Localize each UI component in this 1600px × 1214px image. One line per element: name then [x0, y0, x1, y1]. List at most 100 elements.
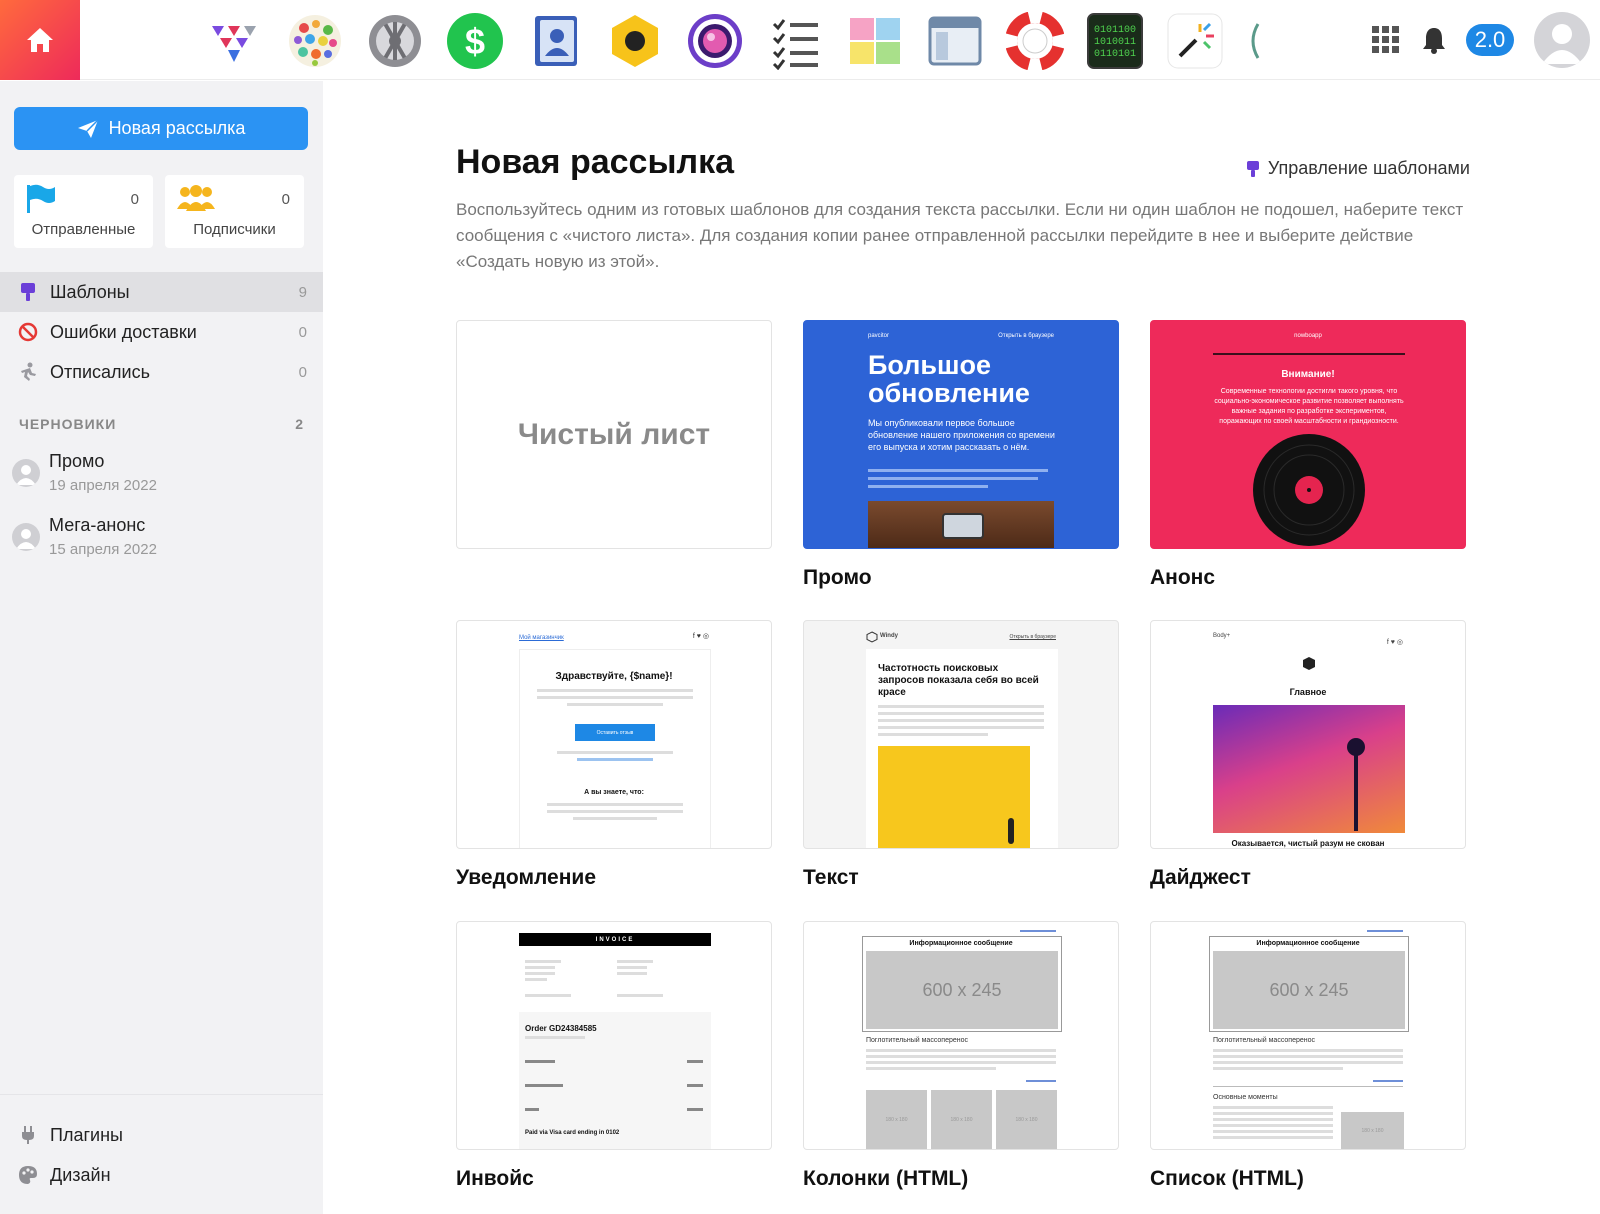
sidebar-item-templates[interactable]: Шаблоны 9 [0, 272, 323, 312]
sidebar-item-label: Шаблоны [50, 281, 130, 302]
thumb-heading: Здравствуйте, {$name}! [555, 671, 673, 682]
version-badge[interactable]: 2.0 [1466, 24, 1514, 56]
partial-app-icon[interactable] [1246, 12, 1260, 70]
drafts-section-header: ЧЕРНОВИКИ 2 [19, 416, 304, 432]
thumb-link-line [1020, 930, 1056, 932]
thumb-button: Оставить отзыв [575, 724, 655, 741]
thumb-placeholder-label: 600 x 245 [922, 979, 1002, 1000]
thumb-small-label: 180 x 180 [1015, 1117, 1038, 1123]
page-description: Воспользуйтесь одним из готовых шаблонов… [456, 200, 1464, 271]
plug-icon [18, 1125, 38, 1145]
checklist-app-icon[interactable] [766, 12, 824, 70]
flag-icon [27, 184, 55, 213]
people-icon [177, 185, 215, 211]
thumb-line [573, 817, 657, 820]
template-name: Уведомление [456, 866, 597, 889]
thumb-line [525, 972, 555, 975]
thumb-line [1213, 1136, 1333, 1139]
template-name: Колонки (HTML) [803, 1167, 969, 1190]
dollar-app-icon[interactable]: $ [446, 12, 504, 70]
sticky-notes-app-icon[interactable] [846, 12, 904, 70]
camera-lens-app-icon[interactable] [686, 12, 744, 70]
thumb-line [1213, 1061, 1403, 1064]
draft-item[interactable]: Мега-анонс 15 апреля 2022 [12, 515, 312, 571]
stat-subscribers-label: Подписчики [193, 221, 276, 238]
new-mailing-button[interactable]: Новая рассылка [14, 107, 308, 150]
brush-icon [1246, 160, 1259, 177]
template-thumbnail: INVOICE Order GD24384585 Paid via Visa c… [456, 921, 772, 1150]
thumb-line [866, 1055, 1056, 1058]
thumb-placeholder: 600 x 245 [1213, 951, 1405, 1029]
home-icon [27, 28, 53, 52]
thumb-placeholder: 600 x 245 [866, 951, 1058, 1029]
svg-text:0101100: 0101100 [1094, 25, 1136, 36]
brush-icon [18, 282, 38, 302]
manage-templates-link[interactable]: Управление шаблонами [1246, 158, 1470, 179]
thumb-line [1213, 1106, 1333, 1109]
thumb-line [617, 966, 647, 969]
thumb-divider [1213, 353, 1405, 355]
thumb-button-label: Оставить отзыв [596, 729, 634, 736]
phone-image [942, 513, 984, 539]
thumb-line [1213, 1067, 1343, 1070]
sidebar-item-label: Дизайн [50, 1164, 111, 1185]
thumb-brand: Windy [880, 633, 898, 639]
thumb-line [525, 1084, 563, 1087]
home-button[interactable] [0, 0, 80, 80]
hexagon-ball-app-icon[interactable] [606, 12, 664, 70]
thumb-line [525, 960, 561, 963]
color-dots-app-icon[interactable] [286, 12, 344, 70]
thumb-photo [1213, 705, 1405, 833]
stat-sent[interactable]: 0 Отправленные [14, 175, 153, 248]
draft-title: Мега-анонс [49, 515, 146, 535]
user-avatar[interactable] [1534, 12, 1590, 68]
thumb-line [1213, 1130, 1333, 1133]
thumb-line [617, 994, 663, 997]
thumb-line [866, 1049, 1056, 1052]
lifebuoy-app-icon[interactable] [1006, 12, 1064, 70]
blank-sheet-label: Чистый лист [517, 417, 711, 451]
thumb-line [687, 1060, 703, 1063]
thumb-line [1213, 1055, 1403, 1058]
thumb-line [567, 703, 663, 706]
thumb-small-placeholder: 180 x 180 [931, 1090, 992, 1149]
sidebar-item-unsubscribed[interactable]: Отписались 0 [0, 352, 323, 392]
thumb-link-line [1367, 930, 1403, 932]
gear-wheel-app-icon[interactable] [366, 12, 424, 70]
template-thumbnail: Мой магазинчик f ♥ ◎ Здравствуйте, {$nam… [456, 620, 772, 849]
thumb-heading: Частотность поисковых запросов показала … [878, 663, 1039, 698]
binary-terminal-app-icon[interactable]: 0101100 1010011 0110101 [1086, 12, 1144, 70]
thumb-small-placeholder: 180 x 180 [996, 1090, 1057, 1149]
bell-icon[interactable] [1418, 24, 1450, 56]
thumb-line [525, 1060, 555, 1063]
template-thumbnail: nowboapp Внимание! Современные технологи… [1150, 320, 1466, 549]
new-mailing-label: Новая рассылка [108, 118, 246, 138]
window-layout-app-icon[interactable] [926, 12, 984, 70]
microphone-image [1347, 738, 1365, 831]
thumb-brand: pavcitor [868, 333, 890, 339]
thumb-brand: nowboapp [1294, 333, 1322, 339]
magic-wand-app-icon[interactable] [1166, 12, 1224, 70]
thumb-line [617, 972, 647, 975]
thumb-line [878, 733, 988, 736]
thumb-line [547, 803, 683, 806]
thumb-line [866, 1061, 1056, 1064]
thumb-caption: Оказывается, чистый разум не скован [1231, 839, 1385, 848]
template-thumbnail: Windy Открыть в браузере Частотность пои… [803, 620, 1119, 849]
template-thumbnail: Информационное сообщение 600 x 245 Погло… [1150, 921, 1466, 1150]
stat-subscribers[interactable]: 0 Подписчики [165, 175, 304, 248]
apps-grid-icon[interactable] [1370, 24, 1402, 56]
thumb-small-placeholder: 180 x 180 [866, 1090, 927, 1149]
contacts-book-app-icon[interactable] [527, 12, 585, 70]
palette-icon [18, 1165, 38, 1185]
thumb-line [868, 469, 1048, 472]
sidebar-item-design[interactable]: Дизайн [0, 1155, 323, 1195]
paper-planes-app-icon[interactable] [206, 12, 264, 70]
svg-text:$: $ [465, 21, 485, 62]
thumb-subheading: Поглотительный массоперенос [866, 1037, 969, 1044]
thumb-link: Открыть в браузере [998, 333, 1054, 339]
sidebar-item-delivery-errors[interactable]: Ошибки доставки 0 [0, 312, 323, 352]
sidebar-item-plugins[interactable]: Плагины [0, 1115, 323, 1155]
sidebar-item-count: 0 [298, 363, 307, 381]
draft-item[interactable]: Промо 19 апреля 2022 [12, 451, 312, 507]
